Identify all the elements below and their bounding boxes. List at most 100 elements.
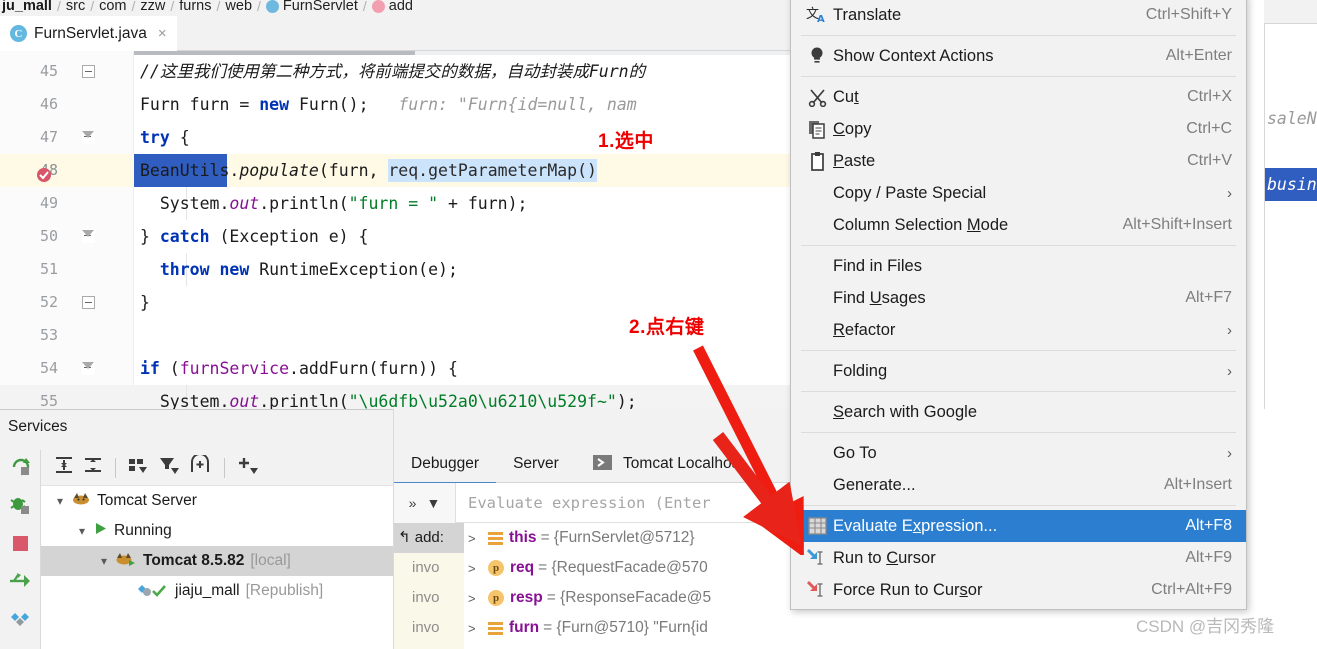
chevron-right-icon: › (1227, 362, 1232, 380)
menu-item-copy[interactable]: Copy Ctrl+C (791, 113, 1246, 145)
tab-server[interactable]: Server (496, 445, 576, 483)
fold-marker-icon[interactable] (82, 65, 95, 78)
evaluate-icon (801, 517, 833, 535)
breadcrumb-item-furns[interactable]: furns (179, 0, 211, 14)
fold-marker-icon[interactable] (82, 362, 95, 375)
frame-label: add: (414, 529, 444, 546)
menu-item-shortcut: Alt+F7 (1185, 289, 1232, 306)
collapse-all-icon[interactable] (82, 455, 104, 480)
variable-row[interactable]: > furn = {Furn@5710} "Furn{id (464, 613, 1240, 643)
group-by-icon[interactable] (127, 455, 151, 480)
field-icon (488, 621, 503, 635)
right-sliver-text-selected: busine (1265, 168, 1317, 201)
breadcrumb-separator: / (170, 0, 175, 14)
add-icon[interactable] (236, 455, 262, 480)
rerun-icon[interactable] (10, 456, 31, 482)
chevron-down-icon[interactable]: ▾ (49, 494, 71, 508)
breadcrumb-item-src[interactable]: src (66, 0, 85, 14)
menu-item-go-to[interactable]: Go To › (791, 437, 1246, 469)
menu-divider (801, 35, 1236, 36)
run-to-cursor-icon (801, 548, 833, 568)
chevron-right-icon: › (1227, 321, 1232, 339)
menu-item-evaluate-expression[interactable]: Evaluate Expression... Alt+F8 (791, 510, 1246, 542)
menu-item-translate[interactable]: 文 A Translate Ctrl+Shift+Y (791, 0, 1246, 31)
deploy-icon[interactable] (9, 571, 31, 596)
services-tree[interactable]: ▾ Tomcat Server ▾ Running ▾ Tomcat 8.5.8… (41, 486, 393, 649)
menu-item-label: Find Usages (833, 288, 926, 307)
menu-divider (801, 245, 1236, 246)
artifacts-icon[interactable] (9, 609, 31, 634)
svg-text:A: A (817, 14, 825, 25)
chevron-down-icon[interactable]: ▾ (93, 554, 115, 568)
new-tab-icon[interactable] (189, 453, 213, 480)
chevron-right-icon[interactable]: > (468, 561, 488, 576)
menu-item-column-selection-mode[interactable]: Column Selection Mode Alt+Shift+Insert (791, 209, 1246, 241)
variable-name: this (509, 529, 537, 546)
menu-item-label: Run to Cursor (833, 548, 936, 567)
frames-toggle[interactable]: » ▼ (394, 482, 456, 523)
breadcrumb-item-web[interactable]: web (225, 0, 252, 14)
menu-item-copy-paste-special[interactable]: Copy / Paste Special › (791, 177, 1246, 209)
tree-item-running[interactable]: ▾ Running (41, 516, 393, 546)
menu-item-generate[interactable]: Generate... Alt+Insert (791, 469, 1246, 501)
stop-icon[interactable] (11, 534, 30, 558)
tree-item-label: jiaju_mall (175, 582, 240, 599)
menu-item-find-in-files[interactable]: Find in Files (791, 250, 1246, 282)
frame-item[interactable]: ↰ add: (394, 523, 464, 553)
menu-item-find-usages[interactable]: Find Usages Alt+F7 (791, 282, 1246, 314)
rerun-debug-icon[interactable] (9, 495, 31, 521)
annotation-step-2: 2.点右键 (629, 317, 705, 338)
frame-item[interactable]: invo (394, 553, 464, 583)
variable-value: = {FurnServlet@5712} (540, 529, 695, 546)
menu-item-paste[interactable]: Paste Ctrl+V (791, 145, 1246, 177)
tab-furnservlet-java[interactable]: C FurnServlet.java × (0, 16, 177, 51)
breadcrumb-item-zzw[interactable]: zzw (140, 0, 165, 14)
menu-item-label: Copy / Paste Special (833, 183, 987, 202)
filter-icon[interactable] (158, 455, 182, 480)
menu-item-force-run-to-cursor[interactable]: Force Run to Cursor Ctrl+Alt+F9 (791, 574, 1246, 606)
line-number: 45 (39, 62, 58, 80)
tree-item-tomcat-server[interactable]: ▾ Tomcat Server (41, 486, 393, 516)
translate-icon: 文 A (801, 5, 833, 25)
fold-marker-icon[interactable] (82, 131, 95, 144)
editor-context-menu[interactable]: 文 A Translate Ctrl+Shift+Y Show Context … (790, 0, 1247, 610)
breadcrumb-item-method[interactable]: add (389, 0, 413, 14)
frame-item[interactable]: invo (394, 613, 464, 643)
breadcrumb-item-class[interactable]: FurnServlet (283, 0, 358, 14)
chevron-right-icon[interactable]: > (468, 621, 488, 636)
menu-divider (801, 505, 1236, 506)
chevron-down-icon[interactable]: ▾ (71, 524, 93, 538)
menu-item-folding[interactable]: Folding › (791, 355, 1246, 387)
tree-item-jiaju-mall[interactable]: jiaju_mall [Republish] (41, 576, 393, 606)
tab-debugger[interactable]: Debugger (394, 445, 497, 484)
frame-item[interactable]: invo (394, 583, 464, 613)
menu-item-label: Evaluate Expression... (833, 516, 998, 535)
menu-item-show-context-actions[interactable]: Show Context Actions Alt+Enter (791, 40, 1246, 72)
line-number: 53 (39, 326, 58, 344)
fold-marker-icon[interactable] (82, 230, 95, 243)
breadcrumb-item-project[interactable]: ju_mall (2, 0, 52, 14)
chevron-right-icon: › (1227, 184, 1232, 202)
menu-item-shortcut: Alt+F8 (1185, 517, 1232, 534)
tab-tomcat-localhost[interactable]: Tomcat Localhost (576, 445, 761, 483)
tab-label: FurnServlet.java (34, 24, 147, 42)
fold-marker-icon[interactable] (82, 296, 95, 309)
debugger-frames-list[interactable]: ↰ add: invo invo invo (394, 523, 464, 649)
double-chevron-icon[interactable]: » (409, 495, 417, 511)
chevron-down-icon[interactable]: ▼ (426, 495, 440, 511)
expand-all-icon[interactable] (53, 455, 75, 480)
annotation-step-1: 1.选中 (598, 131, 654, 152)
breadcrumb-item-com[interactable]: com (99, 0, 126, 14)
menu-item-run-to-cursor[interactable]: Run to Cursor Alt+F9 (791, 542, 1246, 574)
menu-item-label: Copy (833, 119, 872, 138)
breakpoint-icon[interactable] (36, 162, 52, 182)
tree-item-tomcat-8-5-82[interactable]: ▾ Tomcat 8.5.82 [local] (41, 546, 393, 576)
menu-item-refactor[interactable]: Refactor › (791, 314, 1246, 346)
chevron-right-icon[interactable]: > (468, 591, 488, 606)
chevron-right-icon[interactable]: > (468, 531, 488, 546)
close-icon[interactable]: × (158, 25, 167, 42)
menu-item-cut[interactable]: Cut Ctrl+X (791, 81, 1246, 113)
watermark: CSDN @吉冈秀隆 (1136, 617, 1275, 636)
menu-item-search-with-google[interactable]: Search with Google (791, 396, 1246, 428)
editor-right-sliver[interactable]: saleNu busine (1264, 24, 1317, 409)
